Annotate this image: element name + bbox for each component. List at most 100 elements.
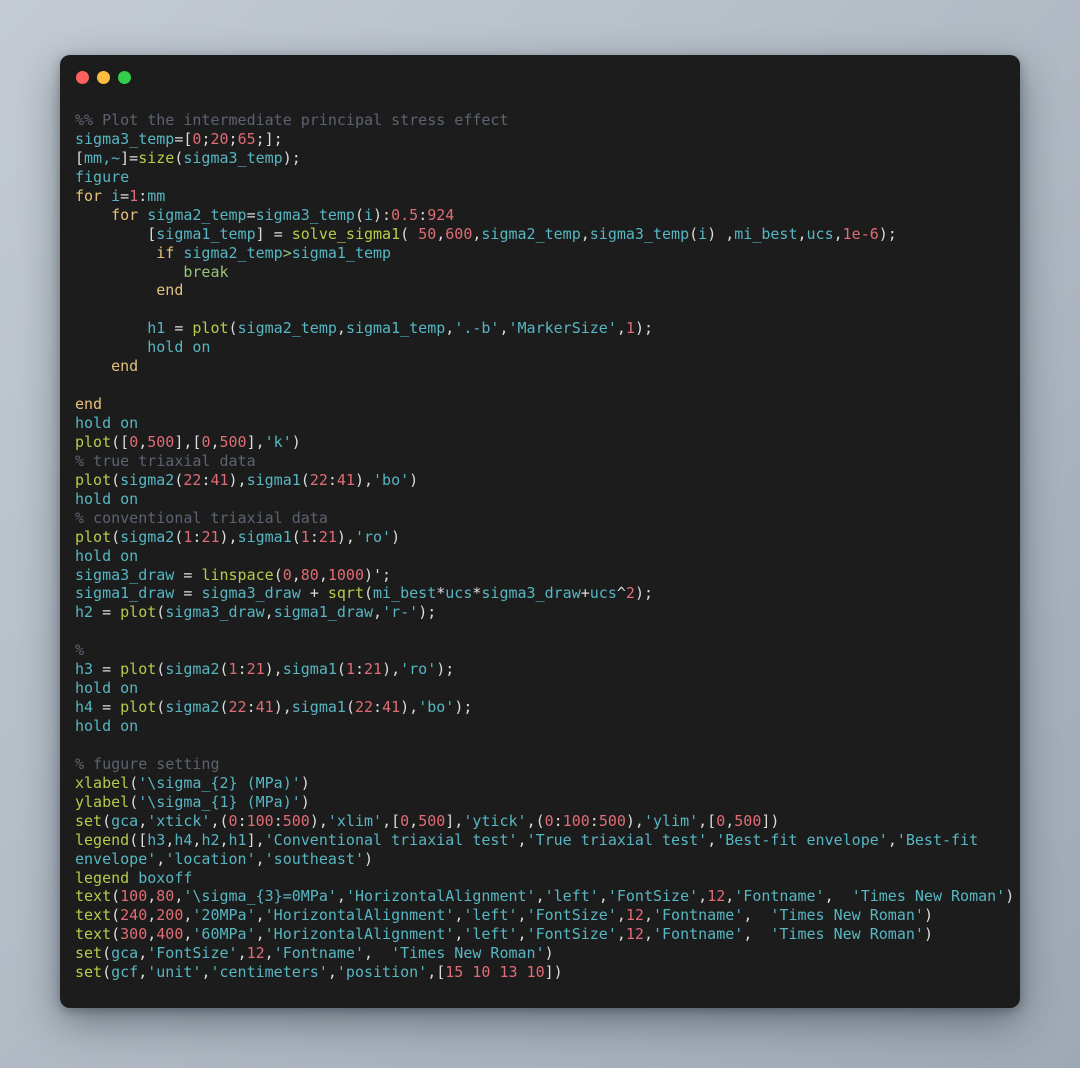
code-token-pn: : [246, 698, 256, 717]
code-token-fn: text [75, 925, 112, 944]
code-token-fn: linspace [201, 565, 274, 584]
code-token-num: 0 [400, 811, 410, 830]
code-token-pn: ( [156, 660, 166, 679]
code-line: xlabel('\sigma_{2} (MPa)') [75, 774, 1014, 793]
code-token-pn [75, 263, 183, 281]
code-line: for i=1:mm [75, 187, 1014, 206]
code-token-id: hold on [75, 489, 139, 508]
code-token-pn: ); [878, 224, 897, 243]
code-token-pn: ( [111, 887, 121, 906]
code-token-str: 'Times New Roman' [851, 887, 1006, 906]
code-token-pn: , [535, 887, 545, 906]
code-line: hold on [75, 490, 1014, 509]
code-line: text(300,400,'60MPa','HorizontalAlignmen… [75, 925, 1014, 944]
code-token-pn: : [553, 811, 563, 830]
code-token-pn [75, 357, 111, 375]
code-token-id: sigma1_temp [345, 319, 446, 338]
code-token-str: 'Best-fit envelope' [716, 830, 888, 849]
code-token-fn: set [75, 811, 103, 830]
code-line: if sigma2_temp>sigma1_temp [75, 244, 1014, 263]
code-line: hold on [75, 679, 1014, 698]
code-token-pn: ); [454, 698, 473, 717]
code-token-pn: , [725, 887, 735, 906]
code-token-pn: , [210, 432, 220, 451]
code-token-pn: , [237, 944, 247, 963]
code-token-id: sigma1 [282, 660, 337, 679]
code-token-pn: , [138, 432, 148, 451]
code-token-pn: ( [111, 906, 121, 925]
code-line: figure [75, 168, 1014, 187]
code-token-id: sigma2_temp [481, 224, 581, 243]
code-line: % conventional triaxial data [75, 509, 1014, 528]
code-token-str: 'position' [336, 963, 428, 982]
code-token-pn: ( [364, 584, 374, 603]
code-token-pn [75, 338, 147, 356]
code-line: sigma1_draw = sigma3_draw + sqrt(mi_best… [75, 584, 1014, 603]
code-token-pn: ( [219, 698, 229, 717]
code-token-pn [93, 603, 102, 621]
code-token-pn [75, 206, 111, 224]
code-token-id: h4 [174, 830, 193, 849]
code-token-id: sigma2_temp [237, 319, 337, 338]
code-token-pn [111, 603, 120, 621]
code-line: plot(sigma2(1:21),sigma1(1:21),'ro') [75, 528, 1014, 547]
code-token-id: figure [75, 167, 130, 186]
code-token-pn: , [725, 811, 735, 830]
code-token-num: 12 [625, 925, 644, 944]
code-token-pn: ( [400, 224, 419, 243]
maximize-window-button[interactable] [118, 71, 131, 84]
code-token-pn: , [436, 224, 446, 243]
code-line: hold on [75, 414, 1014, 433]
code-token-pn: ( [273, 565, 283, 584]
code-line: [sigma1_temp] = solve_sigma1( 50,600,sig… [75, 225, 1014, 244]
code-token-pn: ) [391, 527, 401, 546]
code-token-str: 'FontSize' [147, 944, 238, 963]
code-token-pn: , [616, 906, 626, 925]
code-token-pn: ( [156, 603, 166, 622]
code-token-id: sigma1 [246, 470, 301, 489]
code-token-pn: : [237, 811, 247, 830]
code-token-id: sigma2 [165, 698, 220, 717]
code-token-pn: ( [111, 925, 121, 944]
code-token-cmt: % conventional triaxial data [75, 508, 328, 527]
code-token-pn: ( [102, 963, 112, 982]
code-token-pn: , [616, 319, 626, 338]
code-token-pn: ]) [761, 811, 780, 830]
code-token-pn: ), [228, 470, 247, 489]
code-token-fn: plot [120, 660, 157, 679]
code-token-id: i [111, 186, 121, 205]
code-token-id: gca [111, 944, 139, 963]
code-token-pn: : [354, 660, 364, 679]
code-token-id: sigma1_draw [273, 603, 374, 622]
code-token-id: sigma3_temp [75, 129, 175, 148]
code-token-pn: ], [246, 830, 265, 849]
code-token-str: 'bo' [373, 470, 410, 489]
code-token-pn: : [589, 811, 599, 830]
minimize-window-button[interactable] [97, 71, 110, 84]
code-token-id: sigma3_temp [183, 148, 283, 167]
code-token-str: 'True triaxial test' [526, 830, 708, 849]
code-token-fn: sqrt [327, 584, 364, 603]
code-token-cmt: % fugure setting [75, 754, 220, 773]
code-token-pn: , [445, 319, 455, 338]
code-token-pn: , [373, 603, 383, 622]
close-window-button[interactable] [76, 71, 89, 84]
code-token-id: h2 [75, 603, 94, 622]
code-block[interactable]: %% Plot the intermediate principal stres… [75, 111, 1014, 982]
code-line: ylabel('\sigma_{1} (MPa)') [75, 793, 1014, 812]
code-token-pn: ) [544, 944, 554, 963]
code-token-pn [138, 206, 147, 224]
code-token-str: 'MarkerSize' [508, 319, 617, 338]
code-token-str: 'left' [544, 887, 599, 906]
code-token-pn: , [616, 925, 626, 944]
code-token-pn: , [138, 944, 148, 963]
code-token-str: 'Times New Roman' [770, 906, 924, 925]
code-token-num: 80 [156, 887, 175, 906]
code-token-num: 300 [120, 925, 148, 944]
code-token-num: 0 [544, 811, 554, 830]
code-token-kw: for [111, 205, 139, 224]
code-token-pn: : [418, 205, 428, 224]
code-token-fn: text [75, 887, 112, 906]
